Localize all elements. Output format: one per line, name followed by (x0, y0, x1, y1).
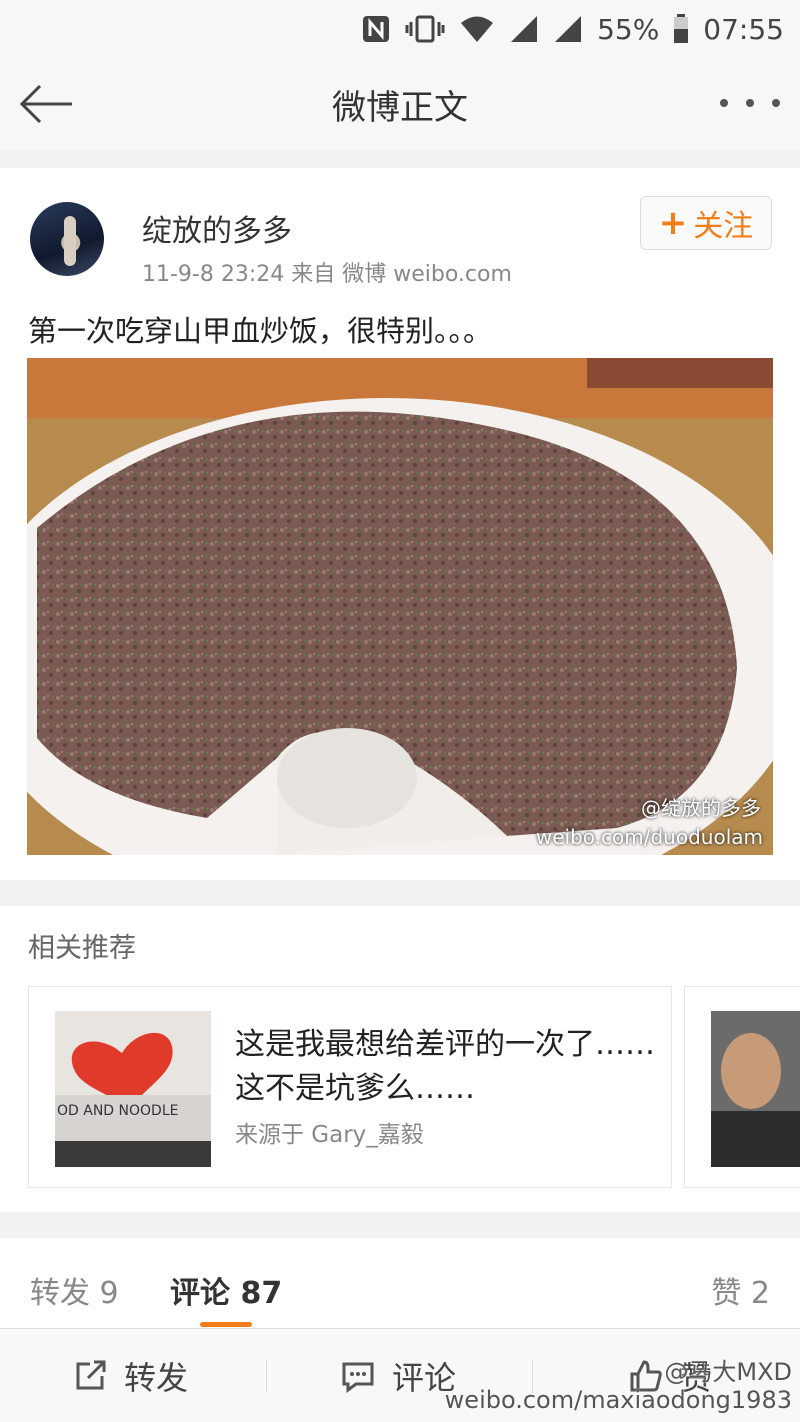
avatar-figure (64, 216, 76, 266)
recommend-thumbnail (711, 1011, 800, 1167)
clock: 07:55 (703, 12, 784, 46)
post-text: 第一次吃穿山甲血炒饭，很特别。。。 (28, 314, 493, 348)
follow-button[interactable]: + 关注 (640, 196, 772, 250)
signal-icon (509, 14, 539, 44)
thumb-label: OD AND NOODLE (57, 1103, 178, 1119)
repost-label: 转发 (124, 1359, 189, 1397)
recommend-thumbnail: OD AND NOODLE (55, 1011, 211, 1167)
more-icon-dot (746, 99, 754, 107)
tab-comment[interactable]: 评论 87 (170, 1268, 282, 1312)
recommend-section: 相关推荐 OD AND NOODLE 这是我最想给差评的一次了……这不是坑爹么…… (0, 906, 800, 1212)
post-meta: 11-9-8 23:24 来自 微博 weibo.com (142, 262, 512, 287)
vibrate-icon (405, 14, 445, 44)
divider (266, 1359, 267, 1393)
more-button[interactable] (720, 88, 780, 118)
watermark-name: @马大MXD (664, 1358, 792, 1386)
avatar[interactable] (30, 202, 104, 276)
tab-like[interactable]: 赞 2 (711, 1268, 770, 1312)
image-watermark-name: @绽放的多多 (641, 796, 761, 820)
recommend-item-title: 这是我最想给差评的一次了……这不是坑爹么…… (235, 1027, 655, 1106)
back-button[interactable] (18, 80, 78, 128)
plus-icon: + (658, 203, 688, 243)
repost-button[interactable]: 转发 (72, 1353, 188, 1399)
recommend-card[interactable]: OD AND NOODLE 这是我最想给差评的一次了……这不是坑爹么…… 来源于… (28, 986, 672, 1188)
more-icon (720, 99, 728, 107)
back-arrow-icon (19, 84, 72, 124)
active-tab-indicator (200, 1322, 252, 1327)
recommend-item-source: 来源于 Gary_嘉毅 (235, 1122, 424, 1148)
repost-icon (76, 1360, 106, 1390)
more-icon-dot (772, 99, 780, 107)
status-bar: 55% 07:55 (0, 0, 800, 58)
signal-icon (553, 14, 583, 44)
nfc-icon (361, 14, 391, 44)
wifi-icon (459, 14, 495, 44)
recommend-title: 相关推荐 (28, 933, 136, 964)
tab-repost[interactable]: 转发 9 (30, 1268, 119, 1312)
fried-rice-photo (27, 358, 773, 855)
username[interactable]: 绽放的多多 (142, 206, 292, 250)
watermark-url: weibo.com/maxiaodong1983 (444, 1386, 792, 1414)
title-bar: 微博正文 (0, 58, 800, 150)
battery-percent: 55% (597, 12, 660, 46)
post-image[interactable]: @绽放的多多 weibo.com/duoduolam (27, 358, 773, 855)
image-watermark-url: weibo.com/duoduolam (535, 825, 763, 849)
post-card: 绽放的多多 11-9-8 23:24 来自 微博 weibo.com + 关注 … (0, 168, 800, 880)
recommend-card[interactable] (684, 986, 800, 1188)
page-title: 微博正文 (332, 87, 468, 128)
follow-label: 关注 (693, 209, 754, 244)
comment-icon (342, 1362, 374, 1393)
comment-button[interactable]: 评论 (340, 1353, 456, 1399)
interaction-tabs: 转发 9 评论 87 赞 2 (0, 1238, 800, 1328)
battery-icon (673, 14, 689, 44)
